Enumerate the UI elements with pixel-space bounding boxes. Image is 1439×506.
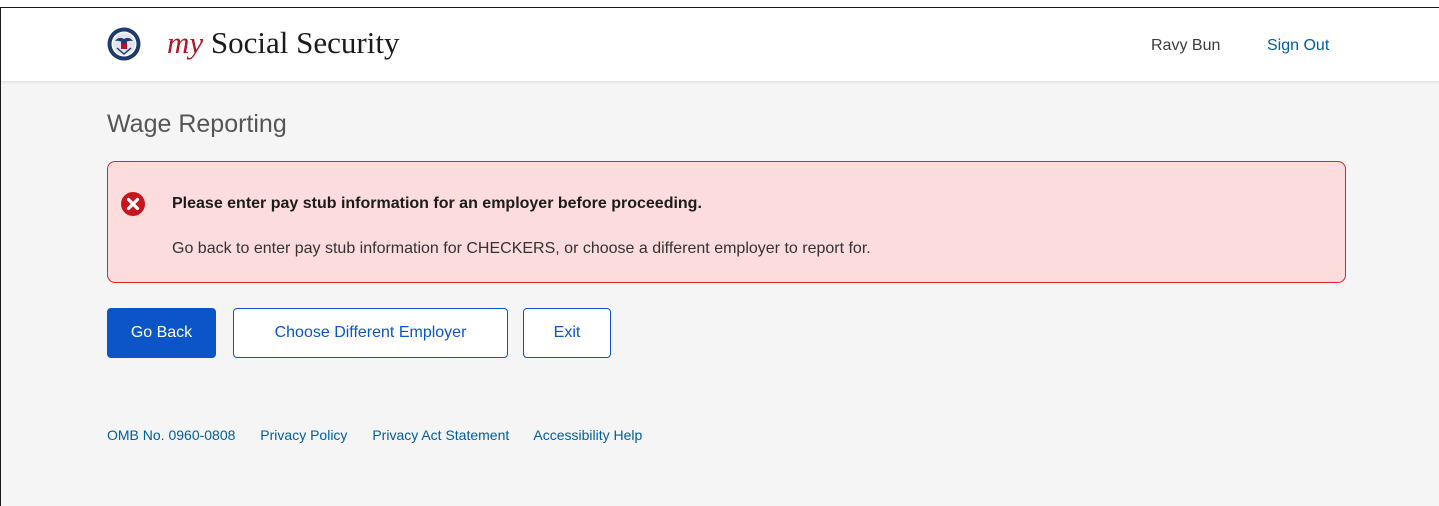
brand-name: Social Security xyxy=(203,25,400,60)
brand-my: my xyxy=(167,25,204,60)
alert-body: Go back to enter pay stub information fo… xyxy=(172,240,871,257)
go-back-button[interactable]: Go Back xyxy=(107,308,216,358)
exit-button[interactable]: Exit xyxy=(523,308,611,358)
page-frame: my Social Security Ravy Bun Sign Out Wag… xyxy=(0,7,1439,506)
user-name: Ravy Bun xyxy=(1151,37,1221,54)
privacy-policy-link[interactable]: Privacy Policy xyxy=(260,427,347,443)
error-alert: Please enter pay stub information for an… xyxy=(107,161,1346,283)
brand-logo[interactable]: my Social Security xyxy=(167,25,399,61)
privacy-act-statement-link[interactable]: Privacy Act Statement xyxy=(372,427,509,443)
choose-different-employer-button[interactable]: Choose Different Employer xyxy=(233,308,508,358)
site-header: my Social Security Ravy Bun Sign Out xyxy=(1,8,1439,82)
omb-number: OMB No. 0960-0808 xyxy=(107,427,236,443)
footer-links: OMB No. 0960-0808 Privacy Policy Privacy… xyxy=(107,426,663,444)
error-x-icon xyxy=(121,192,145,216)
page-title: Wage Reporting xyxy=(107,110,287,138)
accessibility-help-link[interactable]: Accessibility Help xyxy=(533,427,642,443)
ssa-seal-icon xyxy=(107,27,141,61)
alert-heading: Please enter pay stub information for an… xyxy=(172,195,702,212)
sign-out-link[interactable]: Sign Out xyxy=(1267,37,1329,55)
